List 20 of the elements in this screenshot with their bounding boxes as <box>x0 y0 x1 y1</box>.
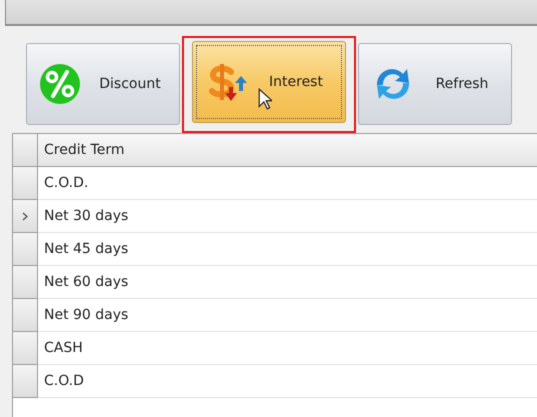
table-cell-text: C.O.D <box>43 372 84 391</box>
row-header[interactable] <box>13 167 38 200</box>
row-header[interactable] <box>13 365 38 398</box>
column-header[interactable]: Credit Term <box>38 134 124 166</box>
table-cell-text: C.O.D. <box>43 174 88 193</box>
toolbar-button[interactable]: Refresh <box>358 43 512 125</box>
row-header[interactable] <box>13 266 38 299</box>
row-header[interactable] <box>13 299 38 332</box>
row-header[interactable] <box>13 200 38 233</box>
table-cell-text: CASH <box>43 339 83 358</box>
row-header[interactable] <box>13 233 38 266</box>
percent-icon <box>39 63 83 105</box>
mouse-cursor-icon <box>258 88 272 110</box>
table-cell-text: Net 30 days <box>43 207 128 226</box>
table-cell-text: Net 45 days <box>43 240 128 259</box>
table-cell-text: Net 60 days <box>43 273 128 292</box>
toolbar-button[interactable]: Discount <box>26 43 180 125</box>
toolbar-button[interactable]: Interest <box>192 40 346 122</box>
table-cell-text: Net 90 days <box>43 306 128 325</box>
row-header[interactable] <box>13 332 38 365</box>
